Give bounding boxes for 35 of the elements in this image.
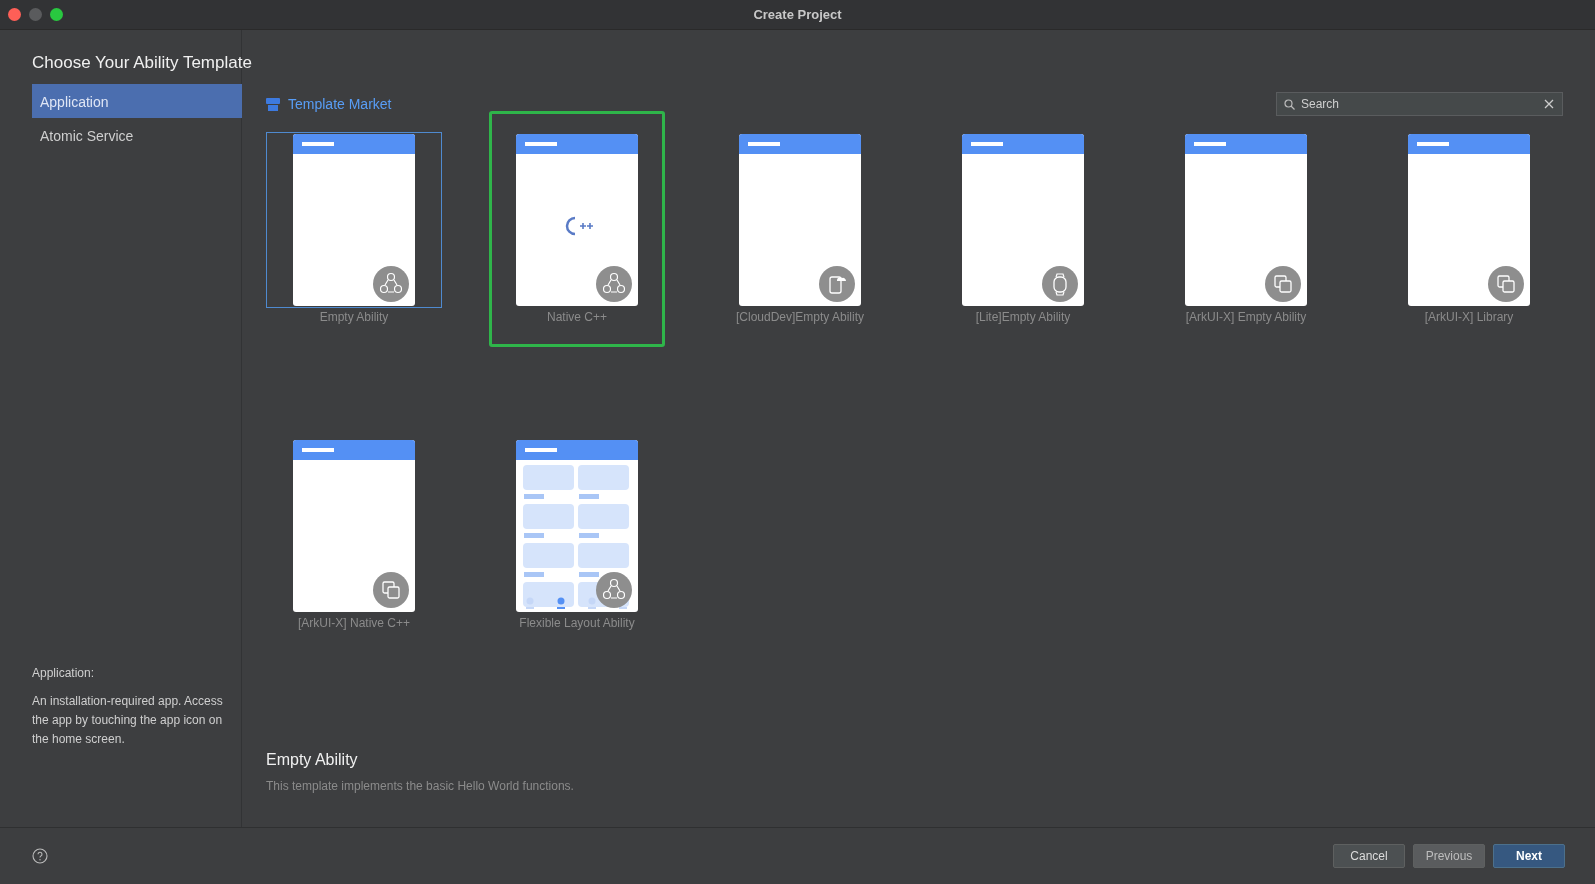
nodes-icon bbox=[596, 572, 632, 608]
sidebar-item[interactable]: Atomic Service bbox=[32, 118, 242, 152]
nodes-icon bbox=[373, 266, 409, 302]
template-name: [CloudDev]Empty Ability bbox=[735, 310, 865, 324]
nodes-icon bbox=[596, 266, 632, 302]
template-name: [ArkUI-X] Native C++ bbox=[298, 616, 410, 630]
primary-button[interactable]: Next bbox=[1493, 844, 1565, 868]
sidebar-item[interactable]: Application bbox=[32, 84, 242, 118]
watch-icon bbox=[1042, 266, 1078, 302]
store-icon bbox=[266, 97, 280, 111]
template-name: [ArkUI-X] Library bbox=[1424, 310, 1514, 324]
clear-icon[interactable] bbox=[1544, 99, 1554, 109]
template-title: Empty Ability bbox=[266, 751, 359, 769]
template-market-link[interactable]: Template Market bbox=[266, 96, 392, 112]
close-button[interactable] bbox=[8, 8, 21, 21]
help-icon[interactable] bbox=[32, 848, 48, 864]
windows-icon bbox=[1265, 266, 1301, 302]
windows-icon bbox=[373, 572, 409, 608]
template-card[interactable] bbox=[266, 132, 442, 308]
search-icon bbox=[1284, 99, 1295, 110]
template-description: This template implements the basic Hello World functions. bbox=[266, 779, 575, 793]
window-title: Create Project bbox=[753, 7, 842, 22]
template-name: Empty Ability bbox=[319, 310, 389, 324]
page-heading: Choose Your Ability Template bbox=[32, 52, 252, 74]
template-name: [ArkUI-X] Empty Ability bbox=[1185, 310, 1307, 324]
template-name: Native C++ bbox=[547, 310, 607, 324]
description-text: An installation-required app. Access the app by touching the app icon on the home screen. bbox=[32, 693, 224, 748]
template-name: Flexible Layout Ability bbox=[519, 616, 635, 630]
search-field[interactable]: Search bbox=[1276, 92, 1563, 116]
windows-icon bbox=[1488, 266, 1524, 302]
footer-button[interactable]: Cancel bbox=[1333, 844, 1405, 868]
phone-cloud-icon bbox=[819, 266, 855, 302]
zoom-button[interactable] bbox=[50, 8, 63, 21]
description-title: Application: bbox=[32, 666, 96, 680]
template-name: [Lite]Empty Ability bbox=[975, 310, 1071, 324]
